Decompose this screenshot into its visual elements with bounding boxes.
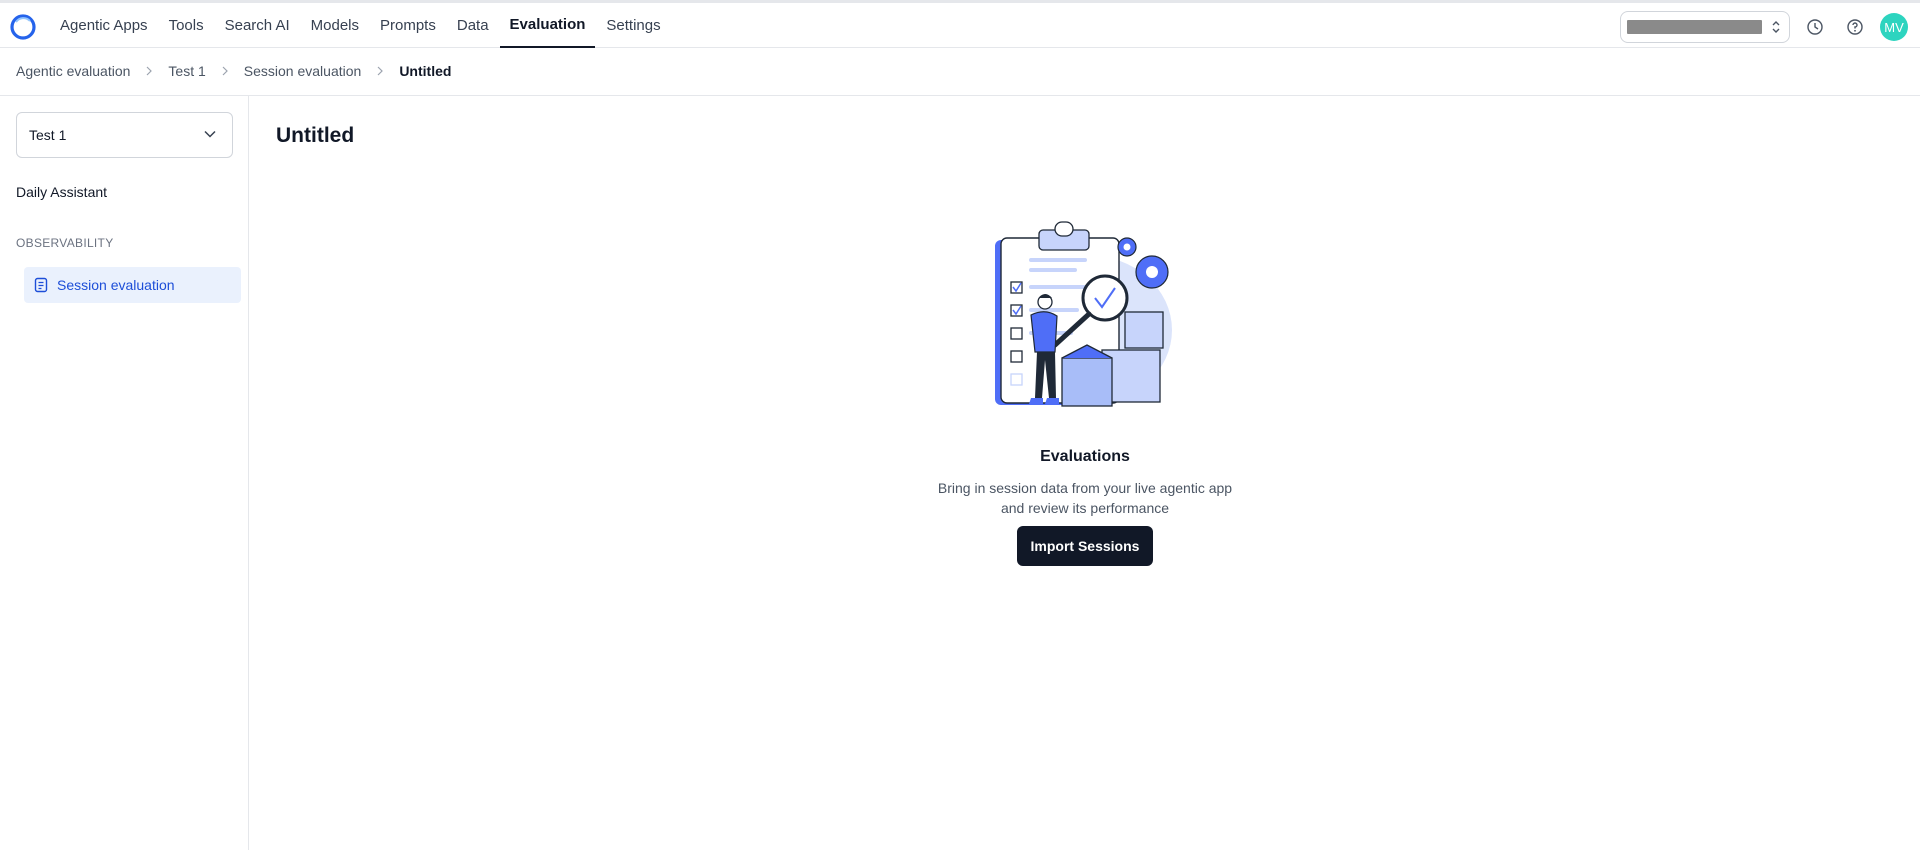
nav-tab-settings[interactable]: Settings <box>596 3 670 48</box>
nav-tab-evaluation[interactable]: Evaluation <box>499 3 596 48</box>
project-select-value: Test 1 <box>29 127 67 143</box>
nav-tab-agentic-apps[interactable]: Agentic Apps <box>50 3 158 48</box>
chevron-right-icon <box>222 66 228 76</box>
page-title: Untitled <box>276 124 355 147</box>
breadcrumb-agentic-evaluation[interactable]: Agentic evaluation <box>16 63 130 79</box>
chevron-right-icon <box>377 66 384 76</box>
top-navigation-bar: Agentic Apps Tools Search AI Models Prom… <box>0 0 1920 48</box>
document-icon <box>34 277 48 293</box>
section-label-observability: OBSERVABILITY <box>16 236 114 250</box>
sidebar: Test 1 Daily Assistant OBSERVABILITY Ses… <box>0 96 249 850</box>
history-icon[interactable] <box>1806 18 1824 36</box>
nav-tab-tools[interactable]: Tools <box>159 3 214 48</box>
breadcrumb-test-1[interactable]: Test 1 <box>168 63 205 79</box>
nav-tab-prompts[interactable]: Prompts <box>370 3 446 48</box>
app-name: Daily Assistant <box>16 184 108 200</box>
sidebar-item-label: Session evaluation <box>57 277 175 293</box>
user-avatar[interactable]: MV <box>1880 13 1908 41</box>
nav-tab-data[interactable]: Data <box>447 3 499 48</box>
help-icon[interactable] <box>1846 18 1864 36</box>
empty-state-description-line: Bring in session data from your live age… <box>937 480 1233 496</box>
empty-state-title: Evaluations <box>1040 448 1130 465</box>
app-logo-icon[interactable] <box>10 14 36 40</box>
chevron-right-icon <box>146 66 153 76</box>
workspace-name-redacted <box>1627 20 1762 34</box>
sidebar-item-session-evaluation[interactable]: Session evaluation <box>24 267 241 303</box>
nav-tab-search-ai[interactable]: Search AI <box>215 3 300 48</box>
workspace-select[interactable] <box>1620 11 1790 43</box>
project-select[interactable]: Test 1 <box>16 112 233 158</box>
empty-state-description: Bring in session data from your live age… <box>835 478 1335 518</box>
breadcrumb-current-page: Untitled <box>399 63 452 79</box>
chevron-down-icon <box>204 130 216 138</box>
import-sessions-button[interactable]: Import Sessions <box>1017 526 1153 566</box>
breadcrumb: Agentic evaluation Test 1 Session evalua… <box>16 56 451 86</box>
chevron-up-down-icon <box>1772 21 1780 33</box>
nav-tab-models[interactable]: Models <box>301 3 369 48</box>
main-nav: Agentic Apps Tools Search AI Models Prom… <box>50 3 672 48</box>
breadcrumb-session-evaluation[interactable]: Session evaluation <box>244 63 362 79</box>
divider <box>0 95 1920 96</box>
evaluation-illustration <box>995 221 1172 407</box>
empty-state-description-line: and review its performance <box>1000 500 1170 516</box>
